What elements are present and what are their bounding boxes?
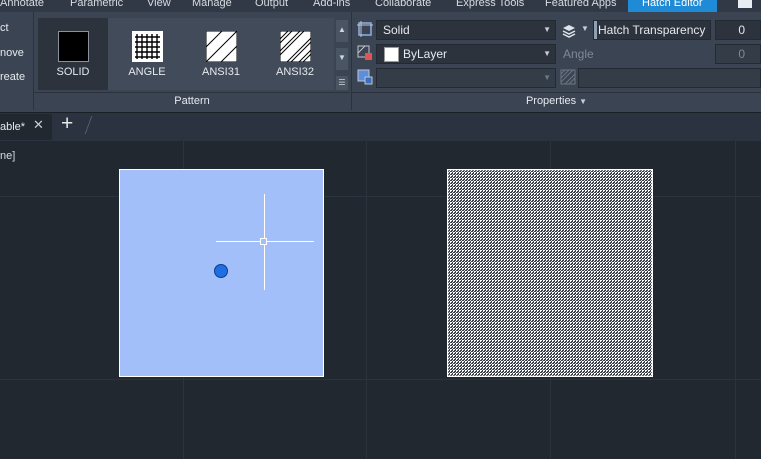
close-tab-icon[interactable]: ✕ bbox=[33, 117, 44, 133]
recreate-boundary-label[interactable]: reate bbox=[0, 71, 25, 83]
menu-item-manage[interactable]: Manage bbox=[192, 0, 232, 9]
gallery-expand-button[interactable]: ☰ bbox=[336, 76, 348, 90]
menu-item-annotate[interactable]: Annotate bbox=[0, 0, 44, 9]
pattern-swatch-ansi31[interactable]: ANSI31 bbox=[186, 18, 256, 90]
angle-value[interactable]: 0 bbox=[715, 44, 761, 64]
pattern-swatch-angle[interactable]: ANGLE bbox=[112, 18, 182, 90]
menu-item-featured-apps[interactable]: Featured Apps bbox=[545, 0, 617, 9]
angle-field[interactable]: Angle bbox=[558, 44, 711, 64]
pattern-gallery: SOLID ANGLE ANSI31 ANSI32 bbox=[38, 18, 334, 90]
user-icon[interactable] bbox=[738, 0, 752, 8]
crosshair-pickbox bbox=[260, 238, 267, 245]
menu-item-add-ins[interactable]: Add-ins bbox=[313, 0, 350, 9]
hatch-transparency-field[interactable]: Hatch Transparency bbox=[593, 20, 711, 40]
pattern-swatch-label: ANGLE bbox=[128, 66, 166, 78]
dense-hatch-pattern[interactable] bbox=[447, 169, 653, 377]
hatch-grip[interactable] bbox=[214, 264, 228, 278]
pattern-panel-title: Pattern bbox=[174, 95, 210, 107]
properties-panel-title[interactable]: Properties ▼ bbox=[352, 95, 761, 107]
color-swatch bbox=[384, 47, 399, 62]
angle-label: Angle bbox=[563, 47, 594, 61]
pattern-swatch-ansi32[interactable]: ANSI32 bbox=[260, 18, 330, 90]
menu-item-hatch-editor[interactable]: Hatch Editor bbox=[628, 0, 717, 12]
remove-boundary-label[interactable]: nove bbox=[0, 47, 24, 59]
command-prompt-text: ne] bbox=[0, 150, 16, 162]
hatch-scale-icon bbox=[560, 69, 576, 85]
ansi31-hatch-icon bbox=[206, 31, 237, 62]
grid-line bbox=[735, 141, 736, 459]
chevron-down-icon[interactable]: ▼ bbox=[581, 24, 589, 33]
drawing-canvas[interactable]: ne] bbox=[0, 141, 761, 459]
transparency-slider-handle[interactable] bbox=[594, 21, 597, 39]
menu-bar: Annotate Parametric View Manage Output A… bbox=[0, 0, 761, 12]
menu-item-collaborate[interactable]: Collaborate bbox=[375, 0, 431, 9]
properties-panel-divider bbox=[352, 92, 761, 93]
menu-item-parametric[interactable]: Parametric bbox=[70, 0, 123, 9]
hatch-color-icon bbox=[357, 45, 372, 60]
select-boundary-label[interactable]: ct bbox=[0, 22, 9, 34]
file-tab-bar bbox=[0, 112, 761, 142]
pattern-swatch-label: ANSI32 bbox=[276, 66, 314, 78]
chevron-down-icon: ▼ bbox=[543, 73, 551, 82]
chevron-down-icon: ▼ bbox=[579, 97, 588, 106]
grid-line bbox=[366, 141, 367, 459]
hatch-scale-field[interactable] bbox=[578, 68, 761, 88]
menu-item-express-tools[interactable]: Express Tools bbox=[456, 0, 524, 9]
hatch-type-value: Solid bbox=[383, 23, 410, 37]
menu-item-view[interactable]: View bbox=[147, 0, 171, 9]
layers-icon[interactable] bbox=[561, 22, 577, 38]
angle-grid-icon bbox=[132, 31, 163, 62]
chevron-down-icon: ▼ bbox=[543, 49, 551, 58]
hatch-transparency-value[interactable]: 0 bbox=[715, 20, 761, 40]
hatch-type-dropdown[interactable]: Solid ▼ bbox=[376, 20, 556, 40]
properties-panel-label: Properties bbox=[525, 95, 577, 107]
hatch-color-dropdown[interactable]: ByLayer ▼ bbox=[376, 44, 556, 64]
file-tab[interactable]: able* bbox=[0, 114, 52, 140]
hatch-type-icon bbox=[357, 21, 373, 37]
new-tab-icon[interactable]: + bbox=[61, 112, 73, 136]
pattern-panel-divider bbox=[34, 92, 350, 93]
background-color-icon bbox=[357, 69, 373, 85]
ansi32-hatch-icon bbox=[280, 31, 311, 62]
gallery-scroll-down-button[interactable]: ▼ bbox=[336, 48, 348, 70]
grid-line bbox=[0, 379, 761, 380]
chevron-down-icon: ▼ bbox=[543, 25, 551, 34]
menu-item-output[interactable]: Output bbox=[255, 0, 288, 9]
pattern-swatch-label: SOLID bbox=[56, 66, 90, 78]
boundaries-panel: ct nove reate bbox=[0, 12, 33, 110]
hatch-color-value: ByLayer bbox=[403, 47, 448, 61]
solid-fill-icon bbox=[58, 31, 89, 62]
background-color-dropdown[interactable]: ▼ bbox=[376, 68, 556, 88]
gallery-scroll-up-button[interactable]: ▲ bbox=[336, 20, 348, 42]
file-tab-label: able* bbox=[0, 121, 26, 133]
pattern-swatch-label: ANSI31 bbox=[202, 66, 240, 78]
hatch-transparency-label: Hatch Transparency bbox=[598, 23, 706, 37]
pattern-swatch-solid[interactable]: SOLID bbox=[38, 18, 108, 90]
